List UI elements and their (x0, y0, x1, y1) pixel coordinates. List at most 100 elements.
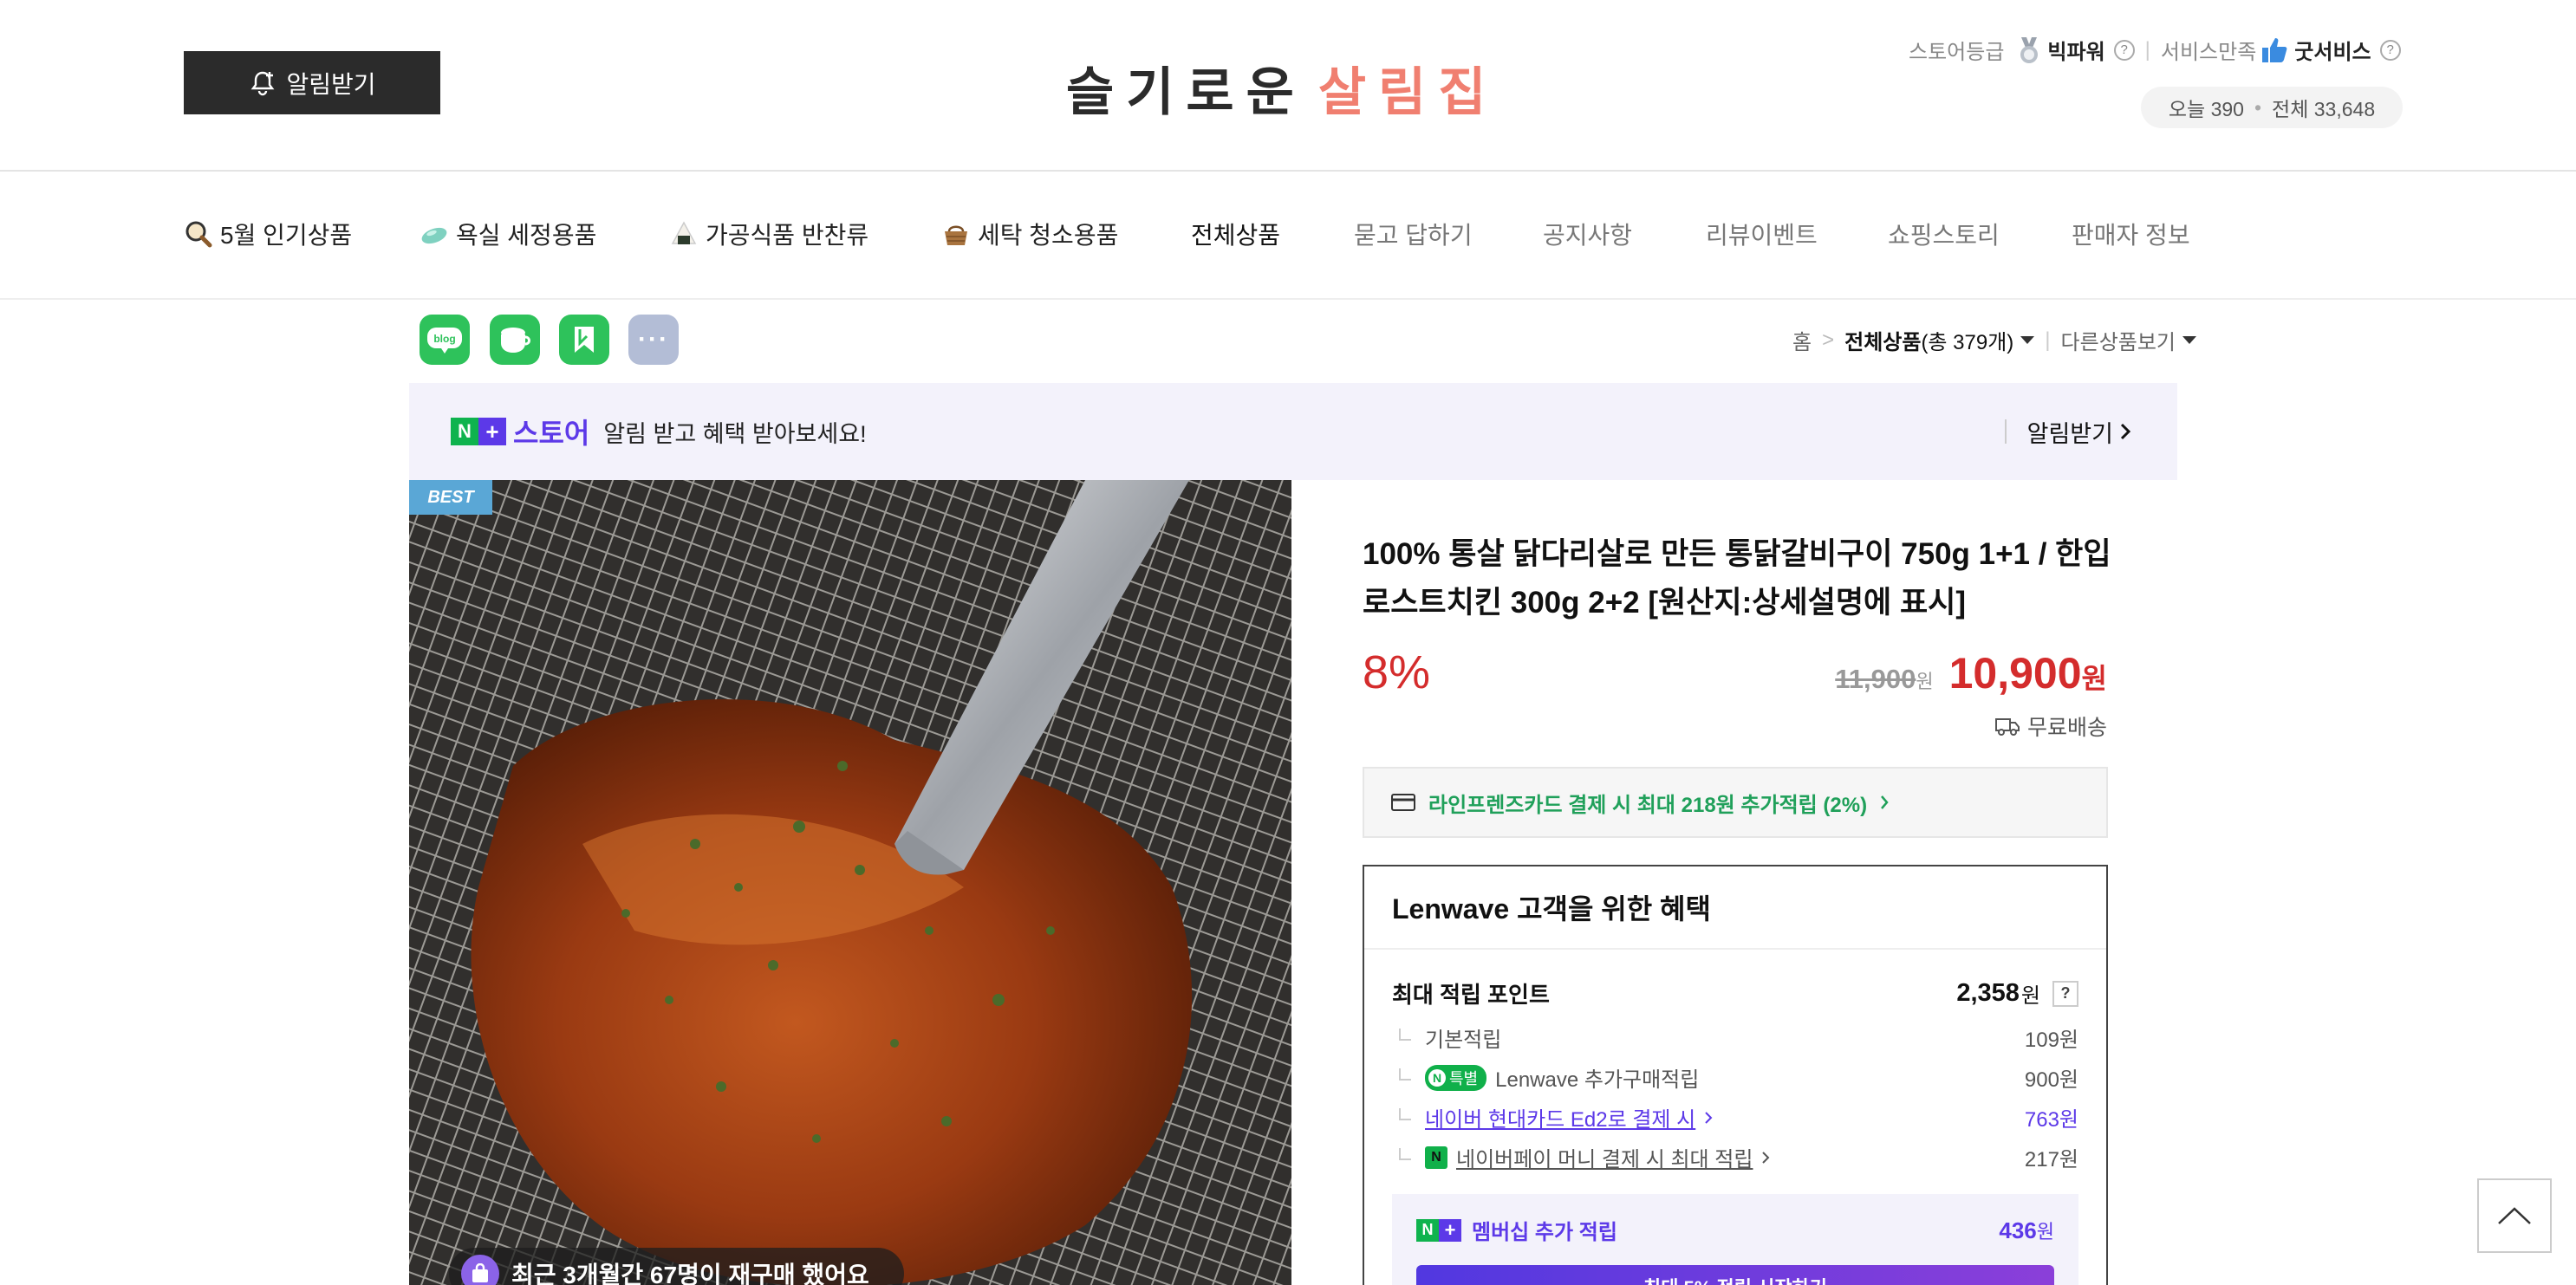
sale-price-unit: 원 (2081, 663, 2107, 694)
shipping-text: 무료배송 (2026, 716, 2107, 740)
nav-item-notice[interactable]: 공지사항 (1543, 217, 1632, 251)
membership-start-button[interactable]: 최대 5% 적립 시작하기 (1416, 1265, 2054, 1285)
chevron-down-icon[interactable] (2020, 336, 2035, 344)
chevron-down-icon[interactable] (2182, 336, 2197, 344)
category-nav: 5월 인기상품 욕실 세정용품 가공식품 반찬류 세탁 청소용품 전체상품 묻고… (0, 172, 2576, 300)
nav-item-may-popular[interactable]: 5월 인기상품 (184, 217, 352, 251)
original-price: 11,900 (1835, 664, 1916, 694)
breadcrumb-separator: > (1822, 328, 1835, 352)
medal-icon (2020, 36, 2039, 63)
scroll-top-button[interactable] (2477, 1178, 2552, 1253)
product-image[interactable] (409, 480, 1291, 1285)
membership-box: N + 멤버십 추가 적립 436원 최대 5% 적립 시작하기 (1392, 1194, 2078, 1285)
bell-plus-icon (251, 71, 275, 95)
nav-item-all-products[interactable]: 전체상품 (1191, 217, 1280, 251)
max-points-row: 최대 적립 포인트 2,358 원 ? (1392, 977, 2078, 1009)
soap-icon (421, 227, 447, 244)
benefit-row-basic: 기본적립 109원 (1399, 1022, 2078, 1053)
breadcrumb-divider: | (2045, 328, 2051, 352)
chevron-right-icon (1881, 795, 1889, 809)
banner-message: 알림 받고 혜택 받아보세요! (603, 420, 867, 447)
hyundai-card-link[interactable]: 네이버 현대카드 Ed2로 결제 시 (1425, 1102, 1695, 1132)
notify-button-label: 알림받기 (286, 70, 376, 98)
visitor-counter: 오늘 390 • 전체 33,648 (2141, 87, 2403, 128)
shipping-info: 무료배송 (1994, 711, 2107, 742)
store-grade-value: 빅파워 (2047, 41, 2105, 64)
magnifier-emoji-icon (185, 221, 212, 248)
service-help-icon[interactable]: ? (2379, 39, 2401, 61)
best-badge: BEST (409, 480, 492, 515)
truck-icon (1994, 718, 2020, 736)
benefit-header: Lenwave 고객을 위한 혜택 (1364, 866, 2106, 950)
max-points-value: 2,358 (1956, 979, 2020, 1007)
store-header: 알림받기 슬기로운 살림집 스토어등급 빅파워 ? | 서비스만족 굿서비스 ?… (0, 0, 2576, 172)
store-grade-row: 스토어등급 빅파워 ? | 서비스만족 굿서비스 ? (1909, 35, 2401, 65)
chevron-right-icon (1705, 1111, 1713, 1124)
naver-plus-logo-icon: N + (451, 418, 506, 445)
product-title: 100% 통살 닭다리살로 만든 통닭갈비구이 750g 1+1 / 한입로스트… (1363, 537, 2111, 620)
service-label: 서비스만족 (2160, 41, 2257, 64)
store-grade-label: 스토어등급 (1909, 41, 2005, 64)
thumbs-up-icon (2262, 37, 2287, 62)
original-price-unit: 원 (1916, 671, 1934, 692)
chevron-right-icon (2120, 423, 2131, 440)
nav-item-processed-food[interactable]: 가공식품 반찬류 (669, 217, 868, 251)
chevron-right-icon (1762, 1151, 1770, 1164)
nav-item-review-event[interactable]: 리뷰이벤트 (1706, 217, 1818, 251)
nav-item-laundry[interactable]: 세탁 청소용품 (941, 217, 1118, 251)
discount-rate: 8% (1363, 646, 1431, 698)
naver-plus-logo-icon: N + (1416, 1218, 1461, 1242)
notify-button[interactable]: 알림받기 (184, 51, 440, 114)
membership-value: 436 (1999, 1217, 2037, 1243)
bookmark-icon (575, 327, 594, 353)
more-dots-icon: ··· (638, 325, 669, 354)
visits-total: 전체 33,648 (2272, 98, 2376, 120)
visits-today: 오늘 390 (2168, 98, 2244, 120)
benefit-panel: Lenwave 고객을 위한 혜택 최대 적립 포인트 2,358 원 ? 기본… (1363, 865, 2108, 1285)
logo-text-dark: 슬기로운 (1066, 63, 1306, 121)
sale-price: 10,900 (1948, 649, 2082, 698)
store-notify-banner: N + 스토어 알림 받고 혜택 받아보세요! 알림받기 (409, 383, 2177, 480)
breadcrumb-current[interactable]: 전체상품 (1844, 325, 1921, 355)
banner-notify-link[interactable]: 알림받기 (2005, 383, 2132, 480)
more-links[interactable]: ··· (628, 315, 679, 365)
nav-item-bathroom[interactable]: 욕실 세정용품 (420, 217, 596, 251)
plus-store-title: 스토어 (513, 418, 590, 449)
bookmark-link[interactable] (559, 315, 609, 365)
blog-link[interactable]: blog (420, 315, 470, 365)
max-points-label: 최대 적립 포인트 (1392, 982, 1550, 1008)
card-promo-link[interactable]: 라인프렌즈카드 결제 시 최대 218원 추가적립 (2%) (1363, 767, 2108, 838)
membership-label: 멤버십 추가 적립 (1472, 1221, 1617, 1244)
repurchase-badge: 최근 3개월간 67명이 재구매 했어요 (449, 1248, 904, 1285)
cafe-link[interactable] (490, 315, 540, 365)
naver-pay-icon: N (1425, 1145, 1447, 1169)
max-points-help-icon[interactable]: ? (2052, 980, 2078, 1007)
svg-text:blog: blog (433, 333, 455, 345)
service-value: 굿서비스 (2294, 41, 2371, 64)
grilled-chicken-photo (409, 480, 1291, 1285)
nav-item-qna[interactable]: 묻고 답하기 (1354, 217, 1473, 251)
special-tag: N 특별 (1425, 1064, 1487, 1091)
benefit-row-hyundai-card[interactable]: 네이버 현대카드 Ed2로 결제 시 763원 (1399, 1102, 2078, 1132)
other-products-link[interactable]: 다른상품보기 (2061, 325, 2176, 355)
breadcrumb-home[interactable]: 홈 (1792, 325, 1812, 355)
chevron-up-icon (2498, 1207, 2531, 1224)
benefit-row-extra: N 특별 Lenwave 추가구매적립 900원 (1399, 1062, 2078, 1093)
breadcrumb-count: (총 379개) (1921, 331, 2014, 354)
repurchase-text: 최근 3개월간 67명이 재구매 했어요 (511, 1262, 869, 1285)
benefit-row-npay[interactable]: N 네이버페이 머니 결제 시 최대 적립 217원 (1399, 1142, 2078, 1172)
rice-ball-icon (671, 221, 697, 244)
shopping-bag-icon (461, 1255, 499, 1285)
coffee-cup-icon (501, 328, 530, 353)
card-promo-text: 라인프렌즈카드 결제 시 최대 218원 추가적립 (2%) (1428, 793, 1868, 817)
naver-n-icon: N (1428, 1068, 1446, 1087)
nav-item-shopping-story[interactable]: 쇼핑스토리 (1888, 217, 2000, 251)
basket-icon (945, 225, 967, 245)
blog-icon: blog (427, 328, 462, 354)
store-logo[interactable]: 슬기로운 살림집 (1066, 50, 1499, 121)
nav-item-seller-info[interactable]: 판매자 정보 (2072, 217, 2190, 251)
store-grade-help-icon[interactable]: ? (2113, 39, 2135, 61)
npay-link[interactable]: 네이버페이 머니 결제 시 최대 적립 (1456, 1142, 1753, 1172)
credit-card-icon (1391, 794, 1415, 811)
logo-text-accent: 살림집 (1317, 63, 1499, 121)
